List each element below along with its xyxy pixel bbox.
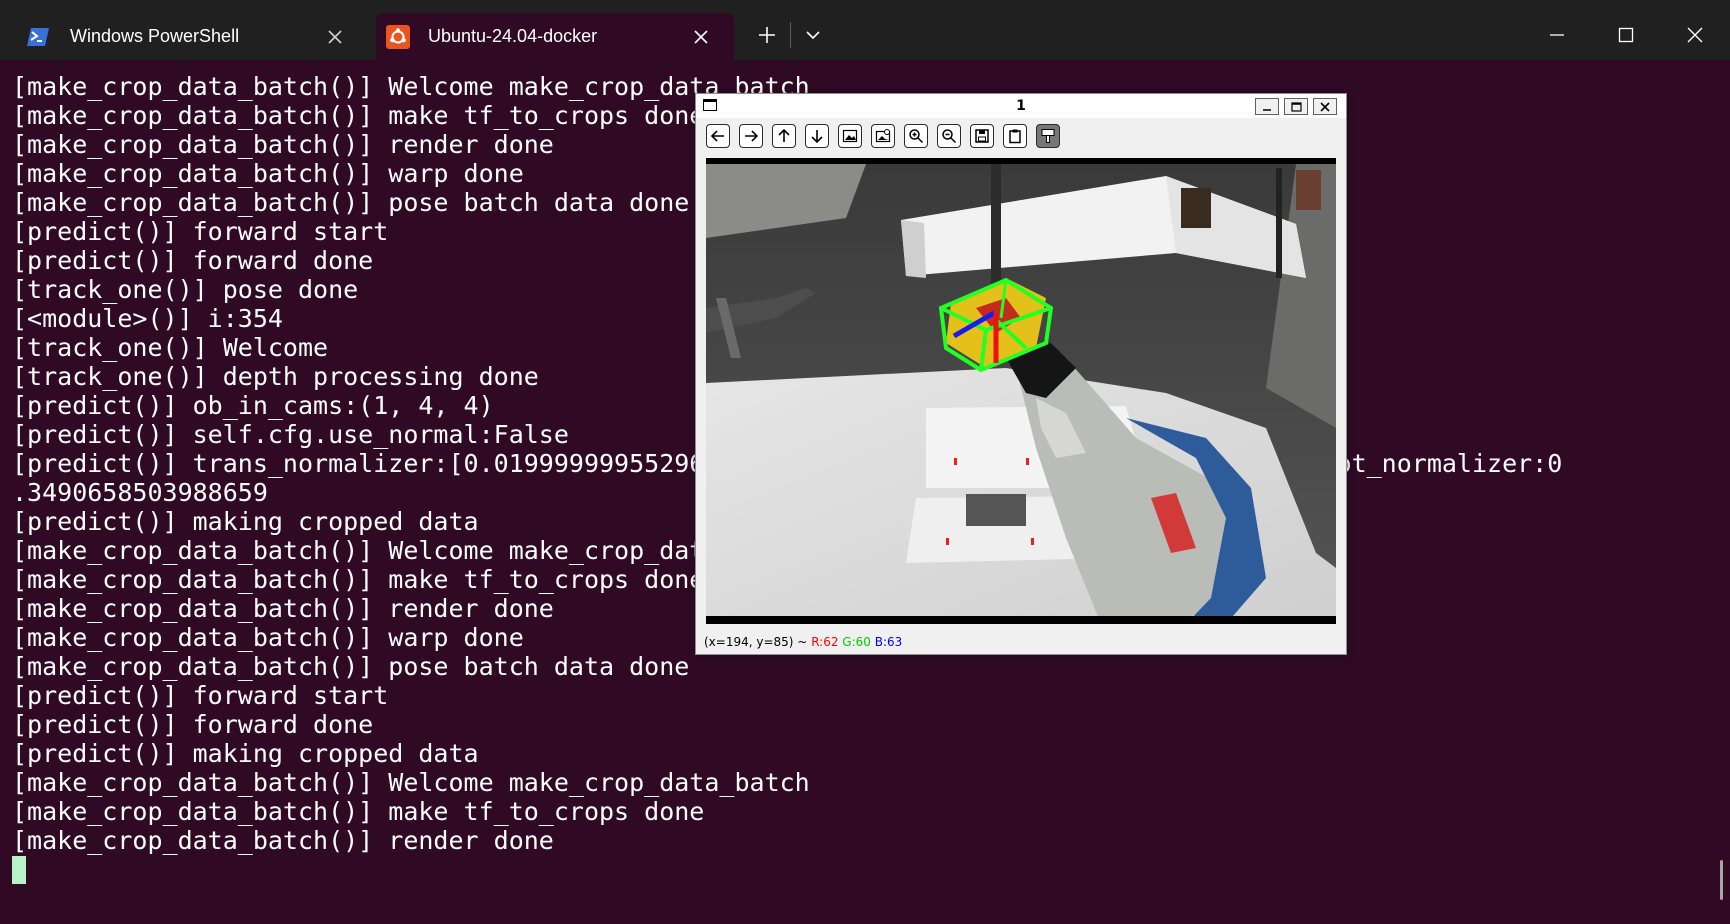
maximize-icon <box>1290 101 1302 112</box>
image-viewer-window[interactable]: 1 (x=194, y=85) ~ R:62 G:60 B:63 <box>695 93 1347 655</box>
powershell-icon <box>27 25 51 49</box>
plus-icon <box>759 27 775 43</box>
zoom-out-icon[interactable] <box>937 124 961 148</box>
scrollbar-thumb[interactable] <box>1720 860 1723 900</box>
tab-windows-powershell[interactable]: Windows PowerShell <box>12 13 368 60</box>
arrow-up-icon[interactable] <box>772 124 796 148</box>
ubuntu-icon <box>386 24 410 49</box>
pixel-coords: (x=194, y=85) ~ <box>704 635 808 649</box>
arrow-right-icon[interactable] <box>739 124 763 148</box>
minimize-button[interactable] <box>1542 20 1572 50</box>
arrow-left-icon[interactable] <box>706 124 730 148</box>
viewer-close-button[interactable] <box>1313 98 1337 115</box>
maximize-button[interactable] <box>1611 20 1641 50</box>
chevron-down-icon <box>806 31 820 40</box>
tab-dropdown-button[interactable] <box>798 20 828 50</box>
terminal-line: [predict()] forward start <box>12 681 389 710</box>
maximize-icon <box>1618 27 1634 43</box>
arrow-down-icon[interactable] <box>805 124 829 148</box>
viewer-minimize-button[interactable] <box>1255 98 1279 115</box>
close-icon <box>1687 27 1703 43</box>
divider <box>790 22 791 48</box>
terminal-line: [predict()] making cropped data <box>12 739 479 768</box>
save-icon[interactable] <box>970 124 994 148</box>
terminal-line: [make_crop_data_batch()] pose batch data… <box>12 652 690 681</box>
terminal-line: [predict()] forward done <box>12 710 374 739</box>
minimize-icon <box>1263 108 1271 111</box>
close-window-button[interactable] <box>1680 20 1710 50</box>
image-properties-icon[interactable] <box>871 124 895 148</box>
viewer-maximize-button[interactable] <box>1284 98 1308 115</box>
pixel-green-value: G:60 <box>842 635 871 649</box>
tab-label: Windows PowerShell <box>70 26 240 46</box>
clipboard-icon[interactable] <box>1003 124 1027 148</box>
viewer-title: 1 <box>1016 98 1026 114</box>
minimize-icon <box>1550 34 1564 36</box>
scene-image <box>706 158 1336 624</box>
tab-ubuntu-docker[interactable]: Ubuntu-24.04-docker <box>376 13 734 60</box>
title-bar: Windows PowerShell Ubuntu-24.04-docker <box>0 0 1730 60</box>
camera-image[interactable] <box>706 158 1336 624</box>
terminal-line: [make_crop_data_batch()] render done <box>12 826 554 855</box>
viewer-title-bar[interactable]: 1 <box>696 94 1346 118</box>
terminal-line: [make_crop_data_batch()] make tf_to_crop… <box>12 797 705 826</box>
terminal-cursor <box>12 856 26 884</box>
pixel-blue-value: B:63 <box>874 635 903 649</box>
terminal-line: [make_crop_data_batch()] Welcome make_cr… <box>12 768 810 797</box>
close-icon[interactable] <box>690 26 712 48</box>
viewer-status-bar: (x=194, y=85) ~ R:62 G:60 B:63 <box>704 635 902 649</box>
close-icon[interactable] <box>324 26 346 48</box>
pixel-red-value: R:62 <box>811 635 839 649</box>
close-icon <box>1320 101 1330 112</box>
tab-label: Ubuntu-24.04-docker <box>428 26 598 46</box>
image-icon[interactable] <box>838 124 862 148</box>
new-tab-button[interactable] <box>752 20 782 50</box>
paint-brush-icon[interactable] <box>1036 124 1060 148</box>
zoom-in-icon[interactable] <box>904 124 928 148</box>
